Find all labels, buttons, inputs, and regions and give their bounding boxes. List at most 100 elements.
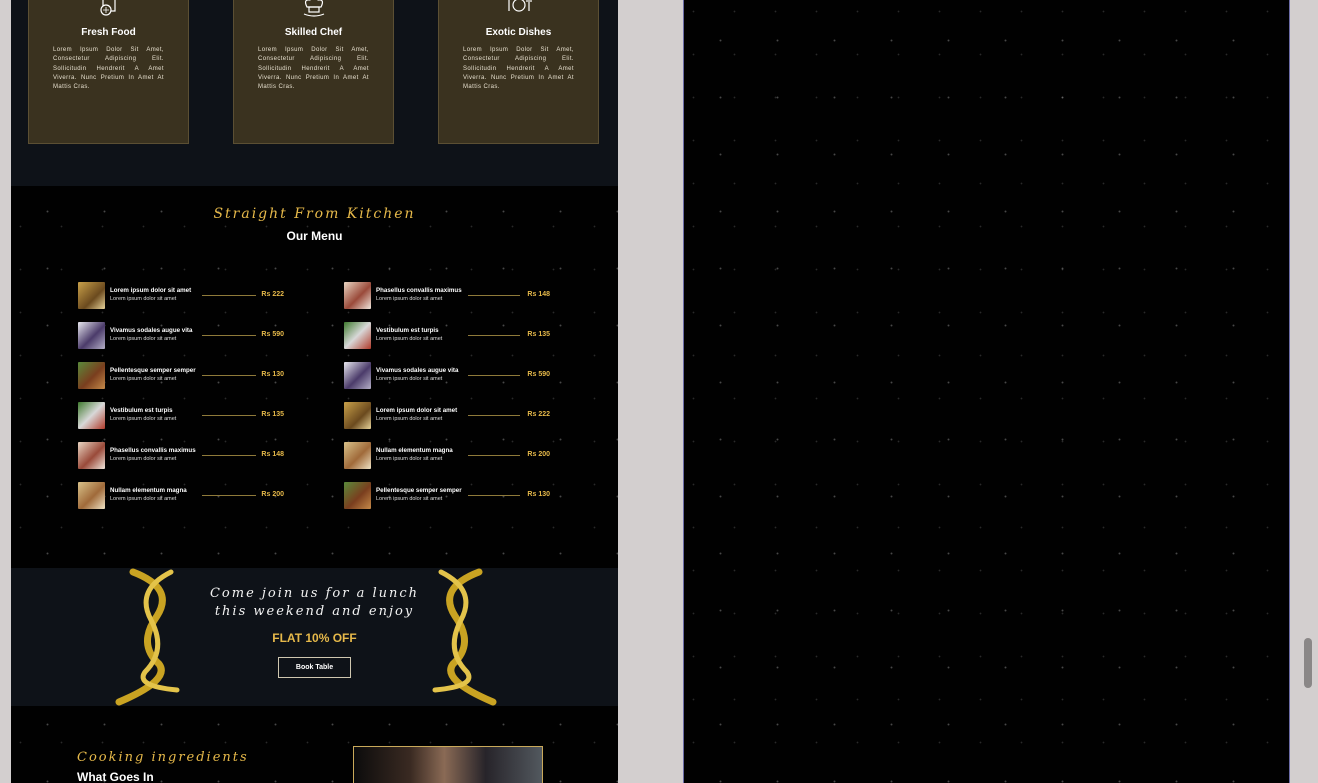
feature-description: Lorem Ipsum Dolor Sit Amet, Consectetur …	[53, 47, 164, 91]
chef-hat-icon	[303, 0, 324, 17]
dish-name: Nullam elementum magna	[110, 487, 187, 494]
dish-thumbnail	[78, 322, 105, 349]
price-divider	[468, 415, 520, 416]
price-divider	[468, 455, 520, 456]
menu-item[interactable]: Phasellus convallis maximus Lorem ipsum …	[344, 282, 550, 310]
price-divider	[202, 455, 256, 456]
dish-thumbnail	[78, 282, 105, 309]
dish-name: Vivamus sodales augue vita	[110, 327, 193, 334]
menu-kicker: Straight From Kitchen	[213, 206, 416, 222]
feature-card-fresh-food: Fresh Food Lorem Ipsum Dolor Sit Amet, C…	[28, 0, 189, 144]
fresh-food-icon	[99, 0, 116, 16]
menu-item[interactable]: Nullam elementum magna Lorem ipsum dolor…	[78, 482, 284, 510]
feature-description: Lorem Ipsum Dolor Sit Amet, Consectetur …	[258, 47, 369, 91]
dish-thumbnail	[344, 402, 371, 429]
offer-line-1: Come join us for a lunch	[209, 586, 420, 601]
ingredients-title: What Goes In	[77, 770, 154, 783]
dish-thumbnail	[344, 282, 371, 309]
price-divider	[468, 295, 520, 296]
menu-item[interactable]: Nullam elementum magna Lorem ipsum dolor…	[344, 442, 550, 470]
dish-description: Lorem ipsum dolor sit amet	[110, 416, 177, 422]
dish-name: Pellentesque semper semper	[110, 367, 196, 374]
scrollbar-thumb[interactable]	[1304, 638, 1312, 688]
dish-price: Rs 222	[261, 291, 284, 298]
dish-name: Vestibulum est turpis	[110, 407, 173, 414]
plate-cutlery-icon	[507, 0, 532, 12]
price-divider	[202, 415, 256, 416]
feature-title: Fresh Food	[81, 27, 136, 38]
dish-name: Pellentesque semper semper	[376, 487, 462, 494]
menu-section: Straight From Kitchen Our Menu Lorem ips…	[11, 186, 618, 568]
dish-name: Vivamus sodales augue vita	[376, 367, 459, 374]
dish-price: Rs 222	[527, 411, 550, 418]
dish-thumbnail	[344, 482, 371, 509]
ingredients-section: Cooking ingredients What Goes In	[11, 706, 618, 783]
dish-description: Lorem ipsum dolor sit amet	[110, 336, 177, 342]
feature-card-exotic-dishes: Exotic Dishes Lorem Ipsum Dolor Sit Amet…	[438, 0, 599, 144]
price-divider	[468, 495, 520, 496]
scrollbar[interactable]	[1301, 0, 1318, 783]
menu-item[interactable]: Vestibulum est turpis Lorem ipsum dolor …	[344, 322, 550, 350]
feature-title: Skilled Chef	[284, 27, 343, 38]
dish-price: Rs 148	[527, 291, 550, 298]
dish-description: Lorem ipsum dolor sit amet	[110, 496, 177, 502]
ingredients-kicker: Cooking ingredients	[77, 750, 249, 765]
menu-heading: Our Menu	[286, 229, 343, 243]
dish-price: Rs 200	[261, 491, 284, 498]
dish-description: Lorem ipsum dolor sit amet	[376, 336, 443, 342]
dish-description: Lorem ipsum dolor sit amet	[376, 456, 443, 462]
page-preview: Fresh Food Lorem Ipsum Dolor Sit Amet, C…	[11, 0, 618, 783]
menu-item[interactable]: Phasellus convallis maximus Lorem ipsum …	[78, 442, 284, 470]
price-divider	[468, 335, 520, 336]
menu-item[interactable]: Lorem ipsum dolor sit amet Lorem ipsum d…	[344, 402, 550, 430]
feature-title: Exotic Dishes	[485, 27, 552, 38]
price-divider	[202, 335, 256, 336]
dish-name: Vestibulum est turpis	[376, 327, 439, 334]
dish-price: Rs 130	[527, 491, 550, 498]
dish-price: Rs 148	[261, 451, 284, 458]
blank-preview-panel	[683, 0, 1290, 783]
dish-price: Rs 135	[527, 331, 550, 338]
dish-thumbnail	[344, 322, 371, 349]
dish-description: Lorem ipsum dolor sit amet	[110, 456, 177, 462]
offer-line-2: this weekend and enjoy	[214, 604, 415, 619]
feature-description: Lorem Ipsum Dolor Sit Amet, Consectetur …	[463, 47, 574, 91]
dish-thumbnail	[344, 442, 371, 469]
dish-price: Rs 135	[261, 411, 284, 418]
dish-description: Lorem ipsum dolor sit amet	[110, 296, 177, 302]
menu-item[interactable]: Pellentesque semper semper Lorem ipsum d…	[344, 482, 550, 510]
dish-description: Lorem ipsum dolor sit amet	[376, 296, 443, 302]
chef-photo	[353, 746, 543, 783]
dish-price: Rs 130	[261, 371, 284, 378]
dish-price: Rs 590	[527, 371, 550, 378]
menu-item[interactable]: Vivamus sodales augue vita Lorem ipsum d…	[78, 322, 284, 350]
offer-discount: FLAT 10% OFF	[272, 631, 357, 645]
dish-thumbnail	[78, 442, 105, 469]
price-divider	[202, 375, 256, 376]
price-divider	[468, 375, 520, 376]
menu-item[interactable]: Lorem ipsum dolor sit amet Lorem ipsum d…	[78, 282, 284, 310]
dish-thumbnail	[78, 482, 105, 509]
dish-description: Lorem ipsum dolor sit amet	[376, 416, 443, 422]
dish-name: Nullam elementum magna	[376, 447, 453, 454]
feature-card-skilled-chef: Skilled Chef Lorem Ipsum Dolor Sit Amet,…	[233, 0, 394, 144]
menu-item[interactable]: Vivamus sodales augue vita Lorem ipsum d…	[344, 362, 550, 390]
book-table-button[interactable]: Book Table	[278, 657, 351, 678]
dish-name: Lorem ipsum dolor sit amet	[110, 287, 192, 294]
dish-price: Rs 200	[527, 451, 550, 458]
menu-item[interactable]: Pellentesque semper semper Lorem ipsum d…	[78, 362, 284, 390]
dish-thumbnail	[344, 362, 371, 389]
dish-description: Lorem ipsum dolor sit amet	[110, 376, 177, 382]
dish-description: Lorem ipsum dolor sit amet	[376, 376, 443, 382]
price-divider	[202, 295, 256, 296]
dish-thumbnail	[78, 402, 105, 429]
dish-price: Rs 590	[261, 331, 284, 338]
price-divider	[202, 495, 256, 496]
offer-banner: Come join us for a lunch this weekend an…	[11, 568, 618, 706]
dish-name: Phasellus convallis maximus	[110, 447, 196, 454]
menu-item[interactable]: Vestibulum est turpis Lorem ipsum dolor …	[78, 402, 284, 430]
dish-name: Lorem ipsum dolor sit amet	[376, 407, 458, 414]
dish-thumbnail	[78, 362, 105, 389]
dish-description: Lorem ipsum dolor sit amet	[376, 496, 443, 502]
dish-name: Phasellus convallis maximus	[376, 287, 462, 294]
